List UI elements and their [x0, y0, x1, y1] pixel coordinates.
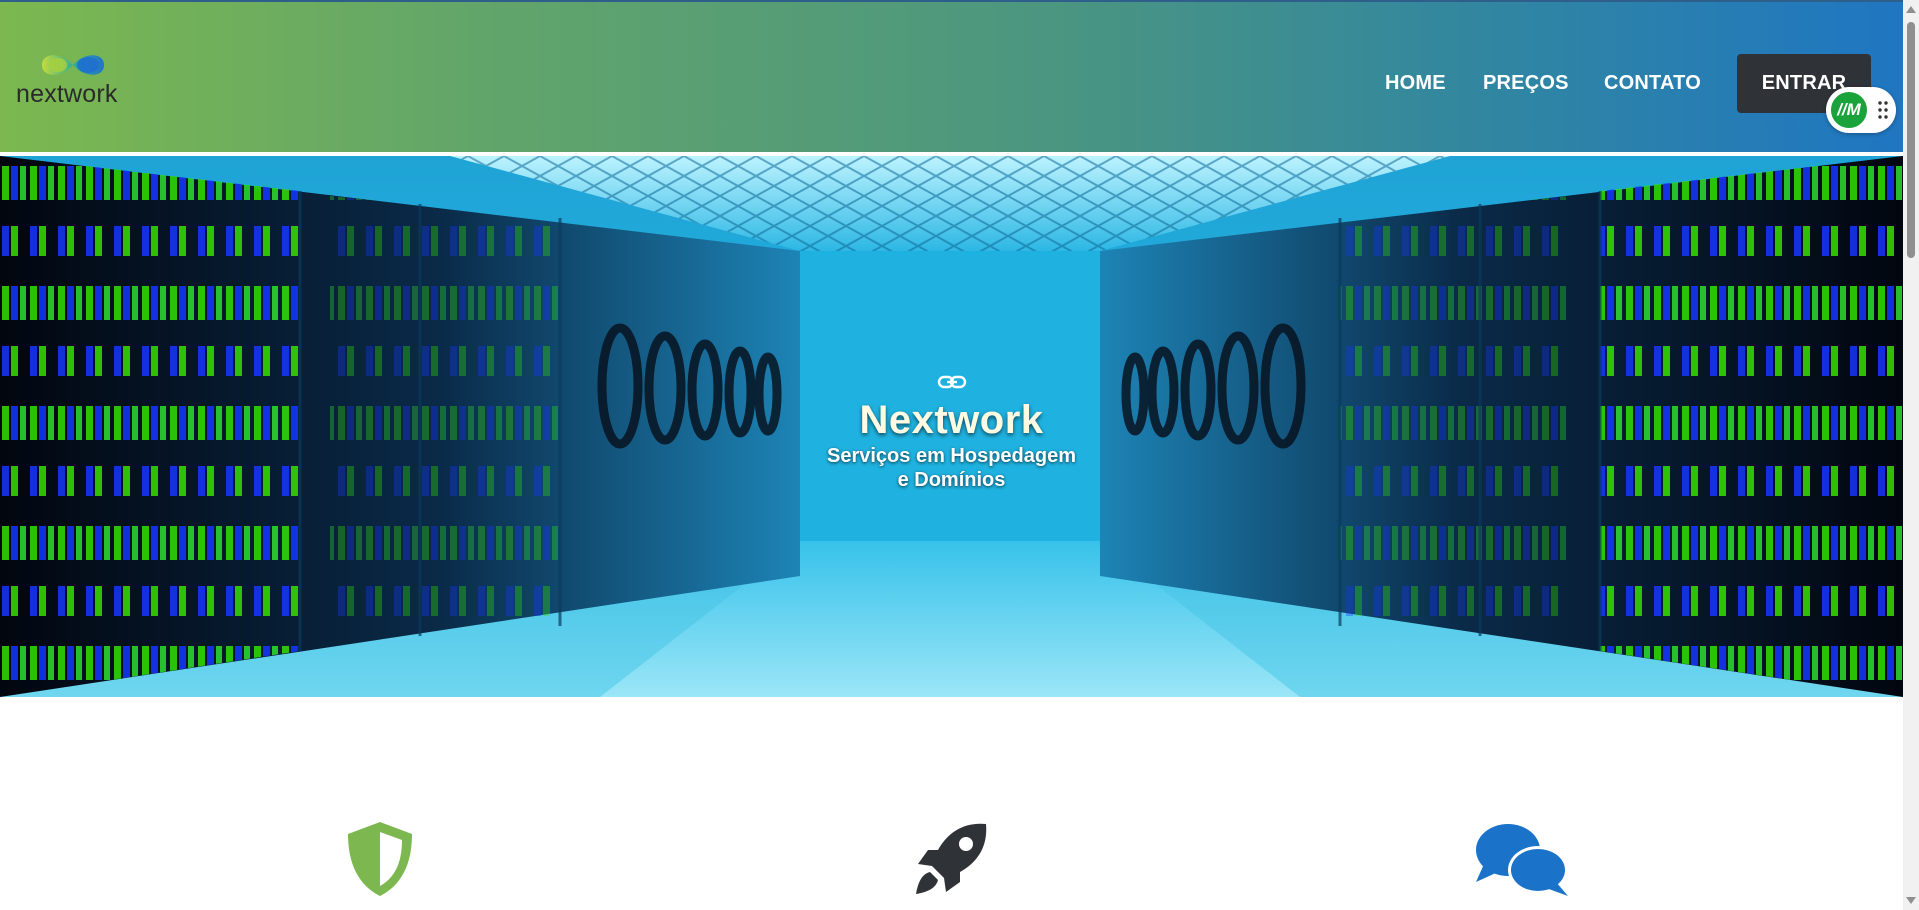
hero-text-block: Nextwork Serviços em Hospedagem e Domíni…	[0, 372, 1903, 491]
browser-extension-widget[interactable]: //M	[1826, 87, 1896, 133]
link-icon	[937, 375, 966, 389]
drag-handle-icon[interactable]	[1878, 101, 1888, 119]
extension-logo-icon[interactable]: //M	[1829, 90, 1869, 130]
rocket-icon	[916, 823, 987, 894]
shield-icon	[348, 822, 412, 896]
nav-precos-link[interactable]: PREÇOS	[1483, 72, 1569, 95]
site-header: nextwork HOME PREÇOS CONTATO ENTRAR //M	[0, 2, 1903, 156]
logo-infinity-mark	[42, 55, 104, 75]
scroll-up-arrow-icon[interactable]	[1906, 6, 1916, 13]
hero-subtitle-line1: Serviços em Hospedagem	[827, 445, 1076, 467]
hero-banner: Nextwork Serviços em Hospedagem e Domíni…	[0, 156, 1903, 697]
scroll-down-arrow-icon[interactable]	[1906, 897, 1916, 904]
hero-subtitle-line2: e Domínios	[897, 469, 1006, 491]
hero-title: Nextwork	[859, 398, 1044, 442]
logo-wordmark: nextwork	[16, 80, 118, 108]
chat-bubbles-icon	[1476, 824, 1568, 896]
page-scrollbar[interactable]	[1903, 0, 1919, 910]
nav-contato-link[interactable]: CONTATO	[1604, 72, 1701, 95]
scrollbar-thumb[interactable]	[1907, 22, 1915, 258]
nextwork-logo[interactable]: nextwork	[16, 48, 136, 108]
nav-home-link[interactable]: HOME	[1385, 72, 1446, 95]
